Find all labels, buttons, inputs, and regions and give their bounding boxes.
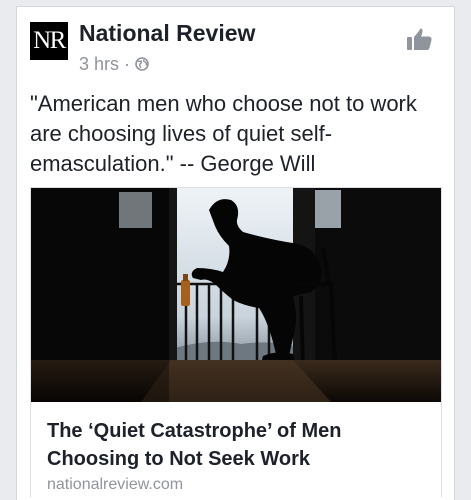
post-status-text: "American men who choose not to work are… [30,91,417,176]
link-title[interactable]: The ‘Quiet Catastrophe’ of Men Choosing … [47,417,432,473]
logo-text: NR [33,27,66,54]
meta-separator: · [124,53,131,74]
link-image[interactable] [31,188,441,402]
post-card: NR National Review 3 hrs · "American men… [16,6,455,500]
thumbs-up-icon[interactable] [407,27,433,51]
page-logo[interactable]: NR [30,22,68,60]
link-preview[interactable]: The ‘Quiet Catastrophe’ of Men Choosing … [30,187,442,497]
link-domain: nationalreview.com [47,476,184,493]
globe-icon [135,57,149,71]
post-meta: 3 hrs · [79,53,149,75]
post-timestamp[interactable]: 3 hrs [79,54,119,75]
silhouette-photo [31,188,441,402]
page-name-link[interactable]: National Review [79,20,255,47]
